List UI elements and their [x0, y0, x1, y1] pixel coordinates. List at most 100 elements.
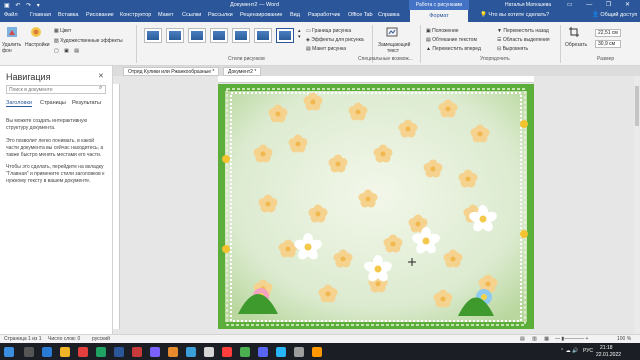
tab-layout[interactable]: Макет	[158, 12, 174, 18]
adjust-small-icons[interactable]: ▢ ▣ ▤	[54, 48, 81, 54]
styles-scroll-icon[interactable]: ▴ ▾	[298, 28, 301, 40]
tab-design[interactable]: Конструктор	[120, 12, 151, 18]
align-button[interactable]: ⊟ Выровнять	[497, 46, 528, 52]
app-icon[interactable]	[150, 347, 160, 357]
nav-tab-pages[interactable]: Страницы	[40, 100, 66, 106]
picture-styles-group-label: Стили рисунков	[228, 56, 265, 62]
picture-style-2[interactable]	[166, 28, 184, 43]
ribbon-tabs: Файл Главная Вставка Рисование Конструкт…	[0, 10, 640, 22]
crop-icon[interactable]	[568, 26, 580, 38]
tab-format[interactable]: Формат	[410, 10, 468, 22]
tab-developer[interactable]: Разработчик	[308, 12, 340, 18]
view-buttons[interactable]: ▤ ▥ ▦	[520, 336, 552, 342]
app-icon[interactable]	[294, 347, 304, 357]
tab-home[interactable]: Главная	[30, 12, 51, 18]
app-icon[interactable]	[186, 347, 196, 357]
page-count[interactable]: Страница 1 из 1	[4, 336, 41, 342]
zoom-slider[interactable]: — ▮———— +	[555, 336, 588, 342]
height-input[interactable]: 22,51 см	[595, 29, 621, 37]
app-icon[interactable]	[312, 347, 322, 357]
picture-border-button[interactable]: ▭ Граница рисунка	[306, 28, 351, 34]
tab-help[interactable]: Справка	[378, 12, 400, 18]
doc-tab-2[interactable]: Документ2 *	[223, 67, 262, 76]
floral-frame-picture[interactable]	[218, 84, 534, 329]
color-button[interactable]: ▦ Цвет	[54, 28, 71, 34]
send-backward-button[interactable]: ▼ Переместить назад	[497, 28, 549, 34]
remove-background-icon[interactable]	[6, 26, 18, 38]
doc-tab-1[interactable]: Отряд Кулики или Ржанкообразные *	[123, 67, 220, 76]
nav-close-icon[interactable]: ✕	[98, 72, 104, 80]
alt-text-icon[interactable]	[386, 26, 398, 38]
start-icon[interactable]	[4, 347, 14, 357]
wrap-text-button[interactable]: ▤ Обтекание текстом	[426, 37, 477, 43]
app-icon[interactable]	[78, 347, 88, 357]
tab-references[interactable]: Ссылки	[182, 12, 201, 18]
folder-icon[interactable]	[60, 347, 70, 357]
app-icon[interactable]	[204, 347, 214, 357]
position-label: Положение	[432, 28, 459, 34]
tab-view[interactable]: Вид	[290, 12, 300, 18]
document-page[interactable]	[218, 84, 534, 329]
scrollbar-thumb[interactable]	[635, 86, 639, 126]
tab-mailings[interactable]: Рассылки	[208, 12, 233, 18]
app-icon[interactable]	[258, 347, 268, 357]
picture-style-5[interactable]	[232, 28, 250, 43]
nav-search-input[interactable]: Поиск в документе	[6, 85, 106, 94]
picture-style-7[interactable]	[276, 28, 294, 43]
remove-background-button[interactable]: Удалить фон	[2, 42, 21, 54]
crop-button[interactable]: Обрезать	[565, 42, 587, 48]
window-controls[interactable]: ▭ — ❐ ✕	[567, 1, 636, 8]
tab-draw[interactable]: Рисование	[86, 12, 114, 18]
zoom-level[interactable]: 100 %	[617, 336, 631, 342]
horizontal-ruler[interactable]	[218, 76, 534, 83]
app-icon[interactable]	[96, 347, 106, 357]
clock-date[interactable]: 22.01.2022	[596, 352, 621, 358]
app-icon[interactable]	[222, 347, 232, 357]
app-icon[interactable]	[168, 347, 178, 357]
tab-office-tab[interactable]: Office Tab	[348, 12, 373, 18]
corrections-icon[interactable]	[30, 26, 42, 38]
tab-file[interactable]: Файл	[4, 12, 18, 18]
picture-style-6[interactable]	[254, 28, 272, 43]
search-icon[interactable]: ⌕	[99, 85, 102, 92]
word-icon[interactable]	[114, 347, 124, 357]
edge-icon[interactable]	[42, 347, 52, 357]
quick-access-toolbar[interactable]: ▣ ↶ ↷ ▾	[4, 2, 42, 9]
selection-pane-button[interactable]: ☰ Область выделения	[497, 37, 550, 43]
separator	[420, 25, 421, 63]
language[interactable]: русский	[92, 336, 110, 342]
nav-help-paragraph-1: Вы можете создать интерактивную структур…	[6, 118, 88, 131]
artistic-effects-button[interactable]: ▧ Художественные эффекты	[54, 38, 123, 44]
send-backward-label: Переместить назад	[503, 28, 549, 34]
user-name[interactable]: Наталья Матюшева	[505, 2, 551, 8]
width-input[interactable]: 30,9 см	[595, 40, 621, 48]
app-icon[interactable]	[276, 347, 286, 357]
size-group-label: Размер	[597, 56, 615, 62]
picture-layout-button[interactable]: ▤ Макет рисунка	[306, 46, 346, 52]
app-icon[interactable]	[132, 347, 142, 357]
accessibility-group-label: Специальные возмож...	[358, 56, 413, 62]
alt-text-button[interactable]: Замещающий текст	[378, 42, 410, 54]
picture-effects-button[interactable]: ◈ Эффекты для рисунка	[306, 37, 364, 43]
clock-time[interactable]: 21:18	[600, 345, 613, 351]
picture-style-3[interactable]	[188, 28, 206, 43]
tab-insert[interactable]: Вставка	[58, 12, 78, 18]
word-count[interactable]: Число слов: 0	[48, 336, 80, 342]
vertical-scrollbar[interactable]	[634, 76, 640, 342]
tell-me-label: Что вы хотите сделать?	[488, 12, 550, 18]
position-button[interactable]: ▣ Положение	[426, 28, 459, 34]
tab-review[interactable]: Рецензирование	[240, 12, 282, 18]
nav-tab-headings[interactable]: Заголовки	[6, 100, 32, 107]
share-button[interactable]: 👤 Общий доступ	[592, 12, 637, 18]
tell-me-search[interactable]: 💡 Что вы хотите сделать?	[480, 12, 549, 18]
tray-icons[interactable]: ⌃ ☁ 🔊	[560, 348, 578, 354]
picture-style-4[interactable]	[210, 28, 228, 43]
search-icon[interactable]	[24, 347, 34, 357]
keyboard-language[interactable]: РУС	[583, 348, 593, 354]
bring-forward-button[interactable]: ▲ Переместить вперед	[426, 46, 481, 52]
corrections-button[interactable]: Настройки	[25, 42, 50, 48]
nav-tab-results[interactable]: Результаты	[72, 100, 101, 106]
app-icon[interactable]	[240, 347, 250, 357]
vertical-ruler[interactable]	[113, 84, 120, 329]
picture-style-1[interactable]	[144, 28, 162, 43]
